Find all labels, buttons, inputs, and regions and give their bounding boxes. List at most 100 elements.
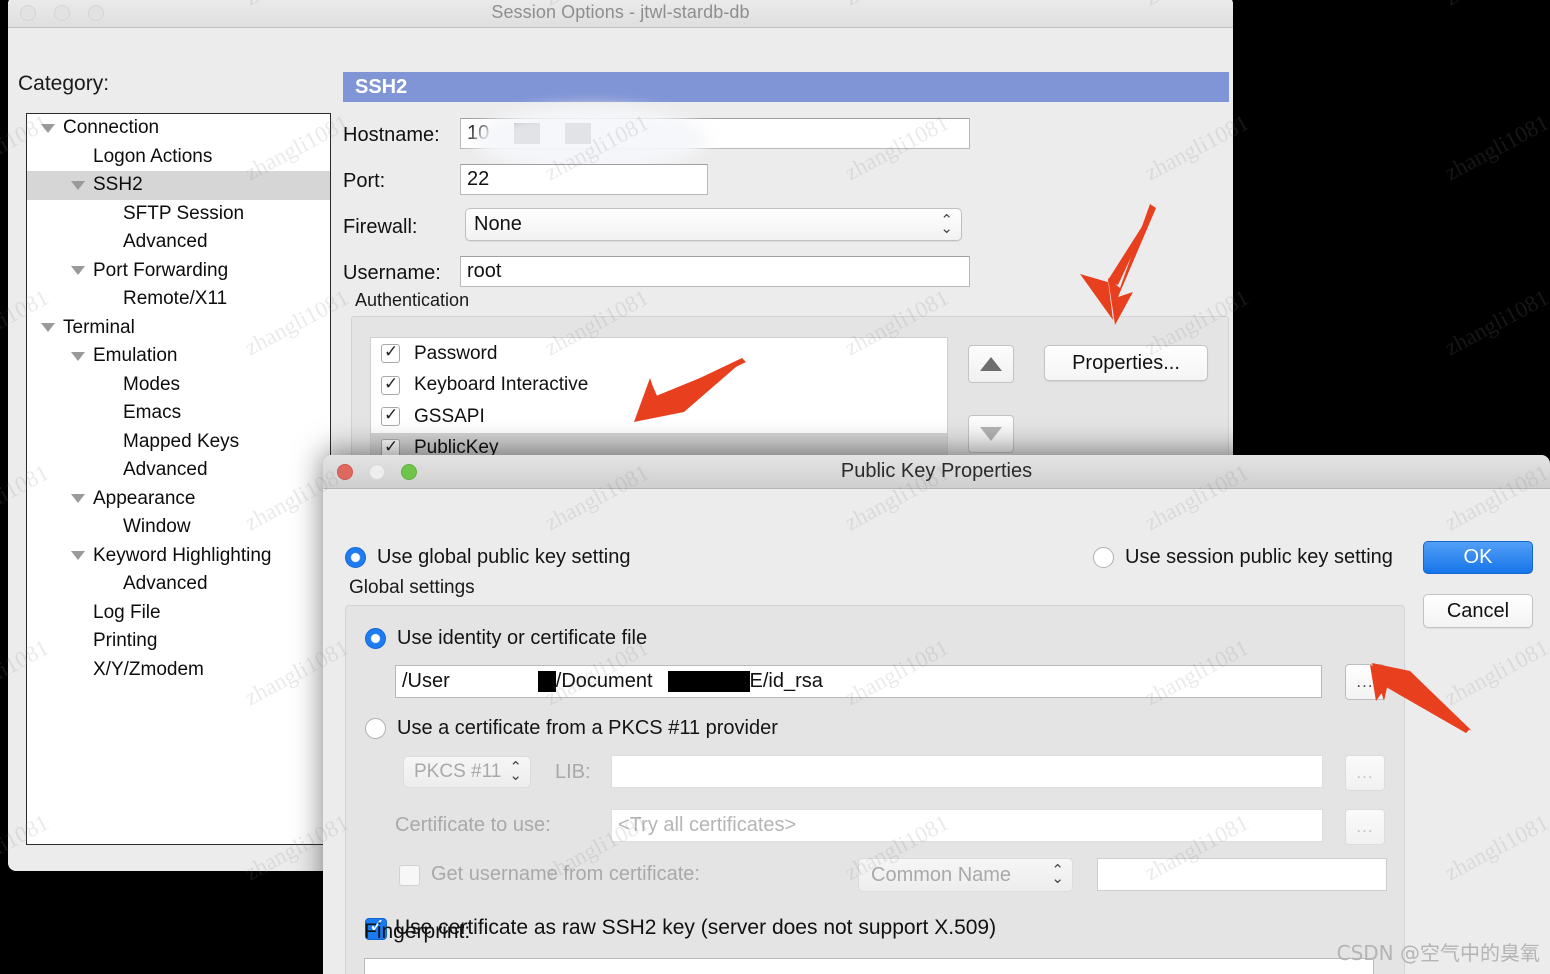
tree-item-label: Printing <box>93 630 158 652</box>
tree-item-remote-x11[interactable]: Remote/X11 <box>27 285 330 314</box>
tree-item-label: Advanced <box>123 231 208 253</box>
tree-item-mapped-keys[interactable]: Mapped Keys <box>27 428 330 457</box>
chevron-updown-icon: ⌃ ⌄ <box>940 211 953 237</box>
get-username-checkbox <box>399 865 420 886</box>
username-value: root <box>467 260 502 282</box>
csdn-watermark: CSDN @空气中的臭氧 <box>1336 941 1540 965</box>
tree-item-label: Connection <box>63 117 160 139</box>
move-up-button[interactable] <box>968 345 1014 383</box>
identity-path-input[interactable]: /User /Document E/id_rsa <box>395 665 1322 698</box>
auth-method-checkbox[interactable] <box>381 405 400 427</box>
identity-file-radio-icon[interactable] <box>365 628 386 649</box>
disclosure-triangle-icon[interactable] <box>71 551 85 561</box>
tree-item-modes[interactable]: Modes <box>27 371 330 400</box>
tree-item-advanced[interactable]: Advanced <box>27 570 330 599</box>
disclosure-triangle-icon[interactable] <box>41 123 55 133</box>
public-key-body: Use global public key setting Use sessio… <box>323 489 1550 974</box>
pkcs-radio-icon[interactable] <box>365 718 386 739</box>
auth-method-checkbox[interactable] <box>381 374 400 395</box>
identity-path-redaction-2 <box>667 671 750 692</box>
tree-item-printing[interactable]: Printing <box>27 627 330 656</box>
tree-item-label: Mapped Keys <box>123 430 240 452</box>
use-global-radio-icon[interactable] <box>345 547 366 568</box>
cancel-button[interactable]: Cancel <box>1423 594 1533 628</box>
tree-item-advanced[interactable]: Advanced <box>27 456 330 485</box>
authentication-box: PasswordKeyboard InteractiveGSSAPIPublic… <box>351 316 1229 474</box>
global-settings-legend: Global settings <box>349 577 475 598</box>
auth-method-keyboard-interactive[interactable]: Keyboard Interactive <box>371 370 947 402</box>
hostname-label: Hostname: <box>343 124 440 146</box>
tree-item-label: Appearance <box>93 487 196 509</box>
tree-item-sftp-session[interactable]: SFTP Session <box>27 200 330 229</box>
disclosure-triangle-icon[interactable] <box>71 494 85 504</box>
firewall-label: Firewall: <box>343 216 418 238</box>
auth-method-label: Password <box>414 342 498 364</box>
authentication-method-list[interactable]: PasswordKeyboard InteractiveGSSAPIPublic… <box>370 337 948 467</box>
identity-path-redaction-1 <box>537 671 556 692</box>
tree-item-label: Log File <box>93 601 161 623</box>
tree-item-terminal[interactable]: Terminal <box>27 314 330 343</box>
public-key-titlebar[interactable]: Public Key Properties <box>323 455 1550 489</box>
tree-item-emulation[interactable]: Emulation <box>27 342 330 371</box>
firewall-select[interactable]: None ⌃ ⌄ <box>465 208 962 241</box>
certificate-browse-button: ... <box>1345 809 1385 845</box>
authentication-group: Authentication Password Keyboard Interact… <box>343 290 1229 475</box>
pkcs-radio-row[interactable]: Use a certificate from a PKCS #11 provid… <box>365 717 778 740</box>
disclosure-triangle-icon[interactable] <box>71 351 85 361</box>
raw-ssh2-key-label: Use certificate as raw SSH2 key (server … <box>395 916 997 939</box>
identity-browse-button[interactable]: ... <box>1345 664 1385 700</box>
session-options-titlebar[interactable]: Session Options - jtwl-stardb-db <box>8 0 1233 28</box>
certificate-to-use-input: <Try all certificates> <box>611 809 1323 842</box>
pane-title: SSH2 <box>343 72 1229 102</box>
tree-item-log-file[interactable]: Log File <box>27 599 330 628</box>
identity-path-suffix: E/id_rsa <box>749 670 823 692</box>
use-session-radio-icon[interactable] <box>1093 547 1114 568</box>
identity-file-radio-row[interactable]: Use identity or certificate file <box>365 627 647 650</box>
use-session-radio-row[interactable]: Use session public key setting <box>1093 546 1393 569</box>
lib-browse-button: ... <box>1345 755 1385 791</box>
move-down-button[interactable] <box>968 415 1014 453</box>
identity-path-prefix: /User <box>402 670 450 692</box>
tree-item-appearance[interactable]: Appearance <box>27 485 330 514</box>
tree-item-logon-actions[interactable]: Logon Actions <box>27 143 330 172</box>
disclosure-triangle-icon[interactable] <box>71 266 85 276</box>
auth-method-checkbox[interactable] <box>381 342 400 364</box>
hostname-input[interactable]: 10 <box>460 118 970 149</box>
tree-item-emacs[interactable]: Emacs <box>27 399 330 428</box>
tree-item-x-y-zmodem[interactable]: X/Y/Zmodem <box>27 656 330 685</box>
identity-path-mid: /Document <box>555 670 653 692</box>
tree-item-keyword-highlighting[interactable]: Keyword Highlighting <box>27 542 330 571</box>
properties-button[interactable]: Properties... <box>1044 345 1208 381</box>
auth-method-label: Keyboard Interactive <box>414 374 589 396</box>
certificate-to-use-label: Certificate to use: <box>395 814 551 836</box>
tree-item-label: Remote/X11 <box>123 288 228 310</box>
username-input[interactable]: root <box>460 256 970 287</box>
disclosure-triangle-icon[interactable] <box>71 180 85 190</box>
disclosure-triangle-icon[interactable] <box>41 323 55 333</box>
fingerprint-label: Fingerprint: <box>364 920 471 943</box>
tree-item-label: Keyword Highlighting <box>93 544 272 566</box>
tree-item-connection[interactable]: Connection <box>27 114 330 143</box>
fingerprint-input[interactable] <box>364 958 1374 974</box>
public-key-properties-window: Public Key Properties Use global public … <box>323 455 1550 974</box>
window-title: Session Options - jtwl-stardb-db <box>491 2 750 22</box>
tree-item-label: Advanced <box>123 573 208 595</box>
port-input[interactable]: 22 <box>460 164 708 195</box>
auth-method-password[interactable]: Password <box>371 338 947 370</box>
use-session-label: Use session public key setting <box>1125 546 1393 568</box>
ok-button[interactable]: OK <box>1423 541 1533 574</box>
port-label: Port: <box>343 170 386 192</box>
category-tree[interactable]: Connection Logon Actions SSH2 SFTP Session A… <box>26 113 331 845</box>
tree-item-label: Port Forwarding <box>93 259 229 281</box>
auth-method-gssapi[interactable]: GSSAPI <box>371 401 947 433</box>
tree-item-ssh2[interactable]: SSH2 <box>27 171 330 200</box>
arrow-down-icon <box>980 427 1002 441</box>
tree-item-label: Emulation <box>93 345 178 367</box>
tree-item-port-forwarding[interactable]: Port Forwarding <box>27 257 330 286</box>
pkcs-label: Use a certificate from a PKCS #11 provid… <box>397 717 778 739</box>
identity-file-label: Use identity or certificate file <box>397 627 648 649</box>
tree-item-window[interactable]: Window <box>27 513 330 542</box>
port-value: 22 <box>467 168 490 190</box>
use-global-radio-row[interactable]: Use global public key setting <box>345 546 630 569</box>
tree-item-advanced[interactable]: Advanced <box>27 228 330 257</box>
